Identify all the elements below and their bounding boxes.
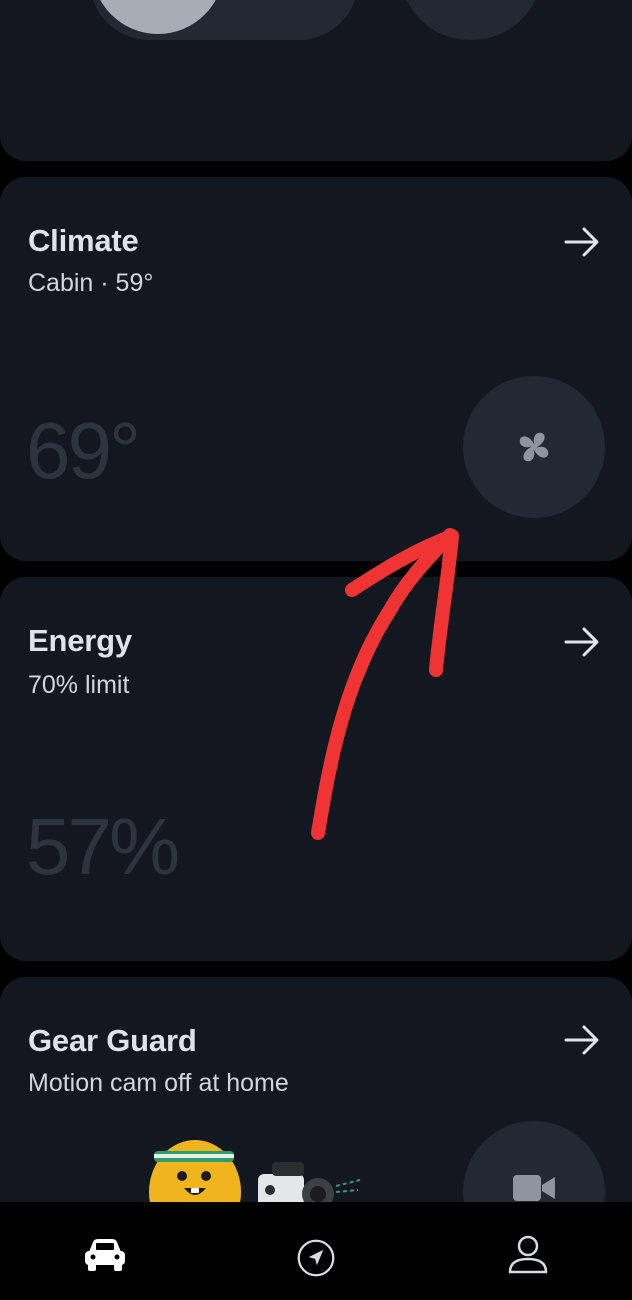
energy-card[interactable]: Energy 70% limit 57% [0,577,632,961]
lock-icon [138,0,178,22]
gear-guard-subtitle: Motion cam off at home [28,1069,289,1097]
arrow-right-icon[interactable] [562,622,602,662]
grid-icon [453,0,489,4]
climate-temperature: 69° [26,406,141,495]
arrow-right-icon[interactable] [562,222,602,262]
profile-icon[interactable] [506,1234,550,1274]
fan-icon [519,432,549,462]
apps-button[interactable] [400,0,542,40]
climate-card[interactable]: Climate Cabin · 59° 69° [0,177,632,561]
app-screen: Climate Cabin · 59° 69° Energy 70% limit… [0,0,632,1300]
energy-charge-value: 57% [26,802,180,891]
climate-fan-button[interactable] [463,376,605,518]
gear-guard-title: Gear Guard [28,1023,197,1058]
climate-subtitle: Cabin · 59° [28,269,154,297]
energy-subtitle: 70% limit [28,671,130,699]
vehicle-controls-card [0,0,632,161]
climate-title: Climate [28,223,139,258]
vehicle-icon[interactable] [83,1234,127,1274]
arrow-right-icon[interactable] [562,1020,602,1060]
bottom-navigation [0,1202,632,1300]
energy-title: Energy [28,623,132,658]
gear-guard-mascot-illustration [149,1140,241,1212]
unlock-icon [266,0,326,22]
navigation-icon[interactable] [294,1238,338,1278]
